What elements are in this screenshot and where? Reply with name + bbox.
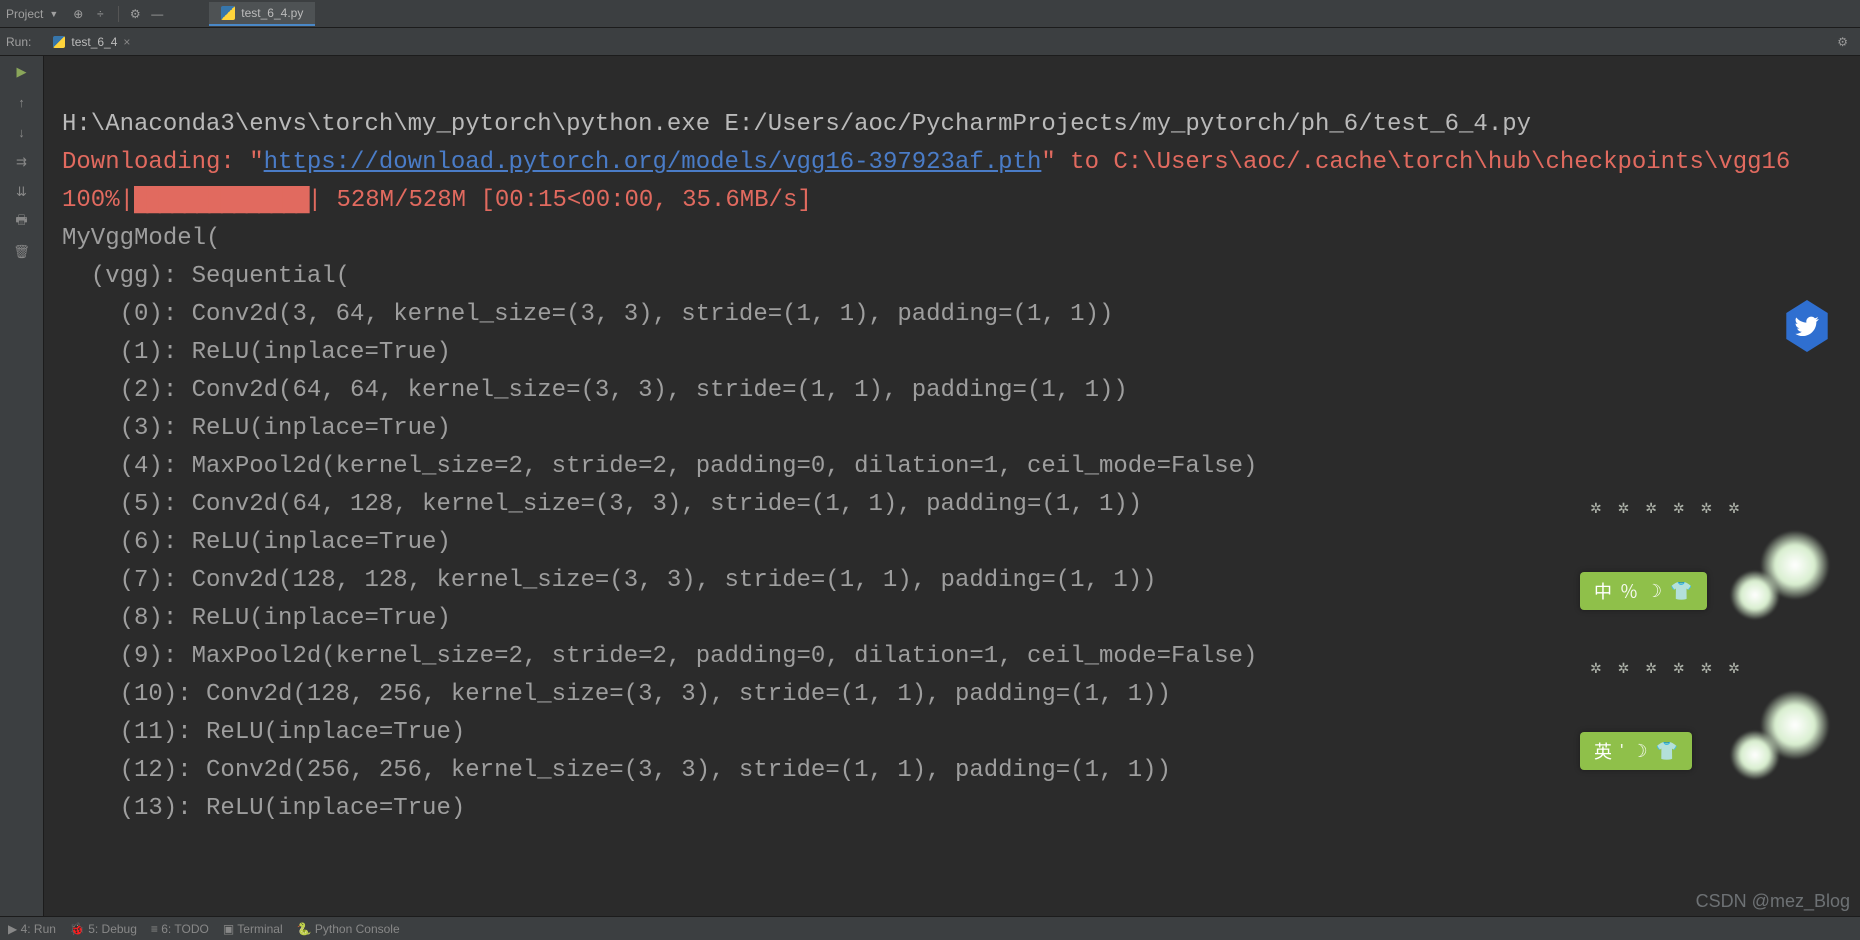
bottom-status-bar: ▶ 4: Run 🐞 5: Debug ≡ 6: TODO ▣ Terminal 🐍 P… (0, 916, 1860, 940)
progress-line: 100%|██████████████| 528M/528M [00:15<00… (62, 187, 812, 214)
run-toolwindow-bar: Run: test_6_4 × ⚙ (0, 28, 1860, 56)
toggle-wrap-icon[interactable]: ⇉ (12, 152, 32, 172)
divide-icon[interactable]: ÷ (90, 4, 110, 24)
model-output: MyVggModel( (vgg): Sequential( (0): Conv… (62, 220, 1860, 828)
watermark-text: CSDN @mez_Blog (1696, 891, 1850, 912)
bottom-tool-tab[interactable]: 🐍 Python Console (297, 922, 400, 936)
down-arrow-icon[interactable]: ↓ (12, 122, 32, 142)
run-console[interactable]: H:\Anaconda3\envs\torch\my_pytorch\pytho… (44, 56, 1860, 916)
project-dropdown-label[interactable]: Project (6, 7, 43, 21)
scroll-end-icon[interactable]: ⇊ (12, 182, 32, 202)
target-icon[interactable]: ⊕ (68, 4, 88, 24)
project-toolbar: Project ▼ ⊕ ÷ ⚙ — test_6_4.py (0, 0, 1860, 28)
gear-icon[interactable]: ⚙ (125, 4, 145, 24)
project-dropdown-caret-icon[interactable]: ▼ (49, 9, 58, 19)
download-url-link[interactable]: https://download.pytorch.org/models/vgg1… (264, 149, 1042, 176)
progress-bar: ██████████████ (134, 187, 308, 214)
downloading-line: Downloading: "https://download.pytorch.o… (62, 149, 1790, 176)
python-file-icon (221, 6, 235, 20)
trash-icon[interactable]: 🗑 (12, 242, 32, 262)
run-gutter: ▶ ↑ ↓ ⇉ ⇊ 🖶 🗑 (0, 56, 44, 916)
bottom-tool-tab[interactable]: ▣ Terminal (223, 922, 283, 936)
run-config-label: test_6_4 (71, 35, 117, 49)
main-area: ▶ ↑ ↓ ⇉ ⇊ 🖶 🗑 H:\Anaconda3\envs\torch\my… (0, 56, 1860, 916)
editor-tab[interactable]: test_6_4.py (209, 2, 315, 26)
settings-gear-icon[interactable]: ⚙ (1837, 35, 1848, 49)
close-icon[interactable]: × (123, 35, 130, 49)
bottom-tool-tab[interactable]: 🐞 5: Debug (70, 922, 137, 936)
bottom-tool-tab[interactable]: ≡ 6: TODO (151, 922, 209, 936)
up-arrow-icon[interactable]: ↑ (12, 92, 32, 112)
rerun-icon[interactable]: ▶ (12, 62, 32, 82)
command-line: H:\Anaconda3\envs\torch\my_pytorch\pytho… (62, 111, 1531, 138)
collapse-icon[interactable]: — (147, 4, 167, 24)
run-label: Run: (6, 35, 31, 49)
run-config-tab[interactable]: test_6_4 × (45, 33, 138, 51)
separator (118, 6, 119, 22)
bottom-tool-tab[interactable]: ▶ 4: Run (8, 922, 56, 936)
print-icon[interactable]: 🖶 (12, 212, 32, 232)
editor-tab-label: test_6_4.py (241, 6, 303, 20)
python-run-icon (53, 36, 65, 48)
